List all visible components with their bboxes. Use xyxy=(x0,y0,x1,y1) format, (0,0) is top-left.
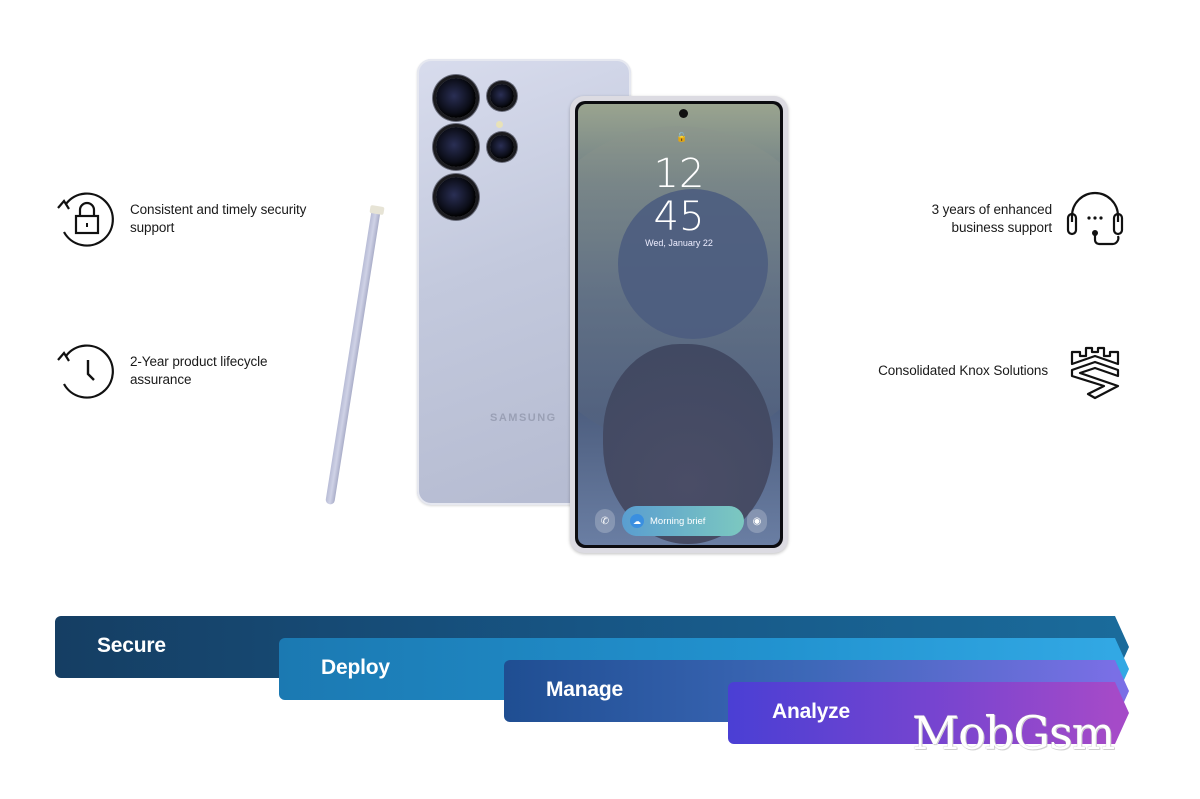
feature-text: 3 years of enhanced business support xyxy=(931,202,1053,235)
watermark: MobGsm xyxy=(912,706,1115,760)
morning-brief-button[interactable]: ☁ Morning brief xyxy=(622,506,744,536)
morning-brief-label: Morning brief xyxy=(650,515,706,527)
front-camera-icon xyxy=(679,109,688,118)
feature-lifecycle: 2-Year product lifecycle assurance xyxy=(52,338,310,404)
camera-lens-icon xyxy=(436,127,476,167)
stage-label: Analyze xyxy=(772,700,850,723)
clock-minutes: 45 xyxy=(653,194,705,240)
brand-logo: SAMSUNG xyxy=(490,412,557,424)
lockscreen-date: Wed, January 22 xyxy=(645,238,713,248)
camera-shortcut-icon[interactable]: ◉ xyxy=(747,509,767,533)
feature-text: Consolidated Knox Solutions xyxy=(878,363,1048,378)
stage-label: Manage xyxy=(546,678,623,701)
feature-text: Consistent and timely security support xyxy=(130,202,307,235)
clock-refresh-icon xyxy=(57,344,114,399)
camera-lens-icon xyxy=(490,135,514,159)
weather-icon: ☁ xyxy=(630,514,644,528)
feature-text: 2-Year product lifecycle assurance xyxy=(130,354,268,387)
camera-lens-icon xyxy=(436,78,476,118)
feature-security-support: Consistent and timely security support xyxy=(52,186,340,252)
camera-flash-icon xyxy=(496,121,503,128)
feature-knox: Consolidated Knox Solutions xyxy=(848,338,1128,404)
headset-icon xyxy=(1066,191,1124,246)
camera-lens-icon xyxy=(436,177,476,217)
phone-screen: 🔓 12 45 Wed, January 22 ✆ ☁ Morning brie… xyxy=(575,101,783,548)
clock-hours: 12 xyxy=(653,151,705,197)
knox-shield-icon xyxy=(1070,346,1120,400)
lock-refresh-icon xyxy=(57,192,114,247)
camera-lens-icon xyxy=(490,84,514,108)
feature-business-support: 3 years of enhanced business support xyxy=(892,186,1128,252)
unlock-icon: 🔓 xyxy=(676,132,688,142)
phone-shortcut-icon[interactable]: ✆ xyxy=(595,509,615,533)
stage-label: Deploy xyxy=(321,656,390,679)
stage-label: Secure xyxy=(97,634,166,657)
